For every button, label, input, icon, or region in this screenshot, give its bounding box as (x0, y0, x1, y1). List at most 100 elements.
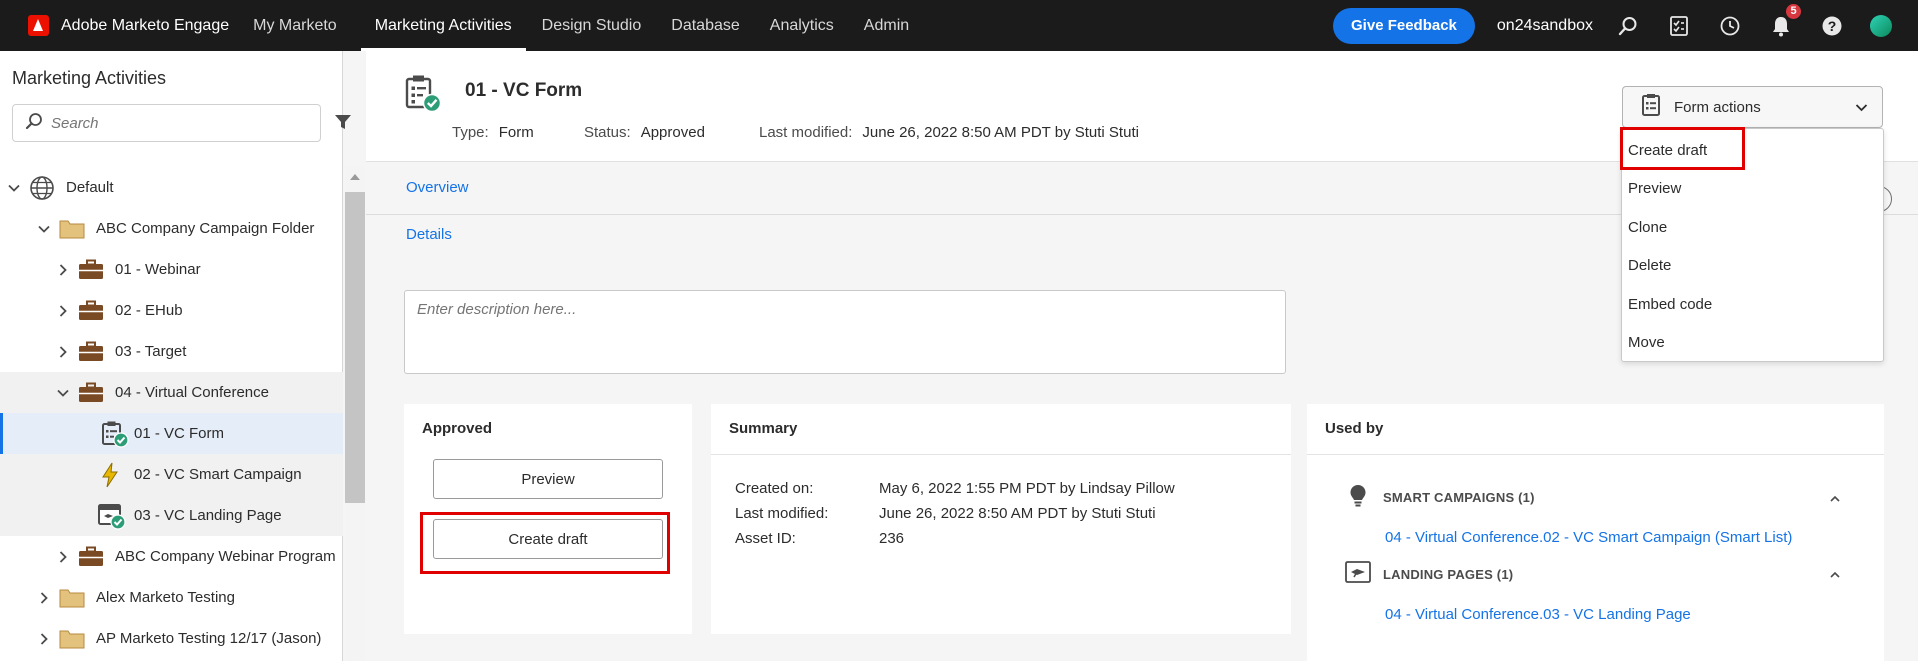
status-value: Approved (640, 124, 705, 141)
search-icon (25, 112, 43, 134)
tasks-icon[interactable] (1666, 13, 1692, 39)
description-input[interactable] (404, 290, 1286, 374)
sidebar-scrollbar[interactable] (345, 166, 365, 661)
type-label: Type: (452, 124, 489, 141)
chevron-right-icon[interactable] (57, 304, 69, 317)
summary-asset-id-label: Asset ID: (735, 530, 796, 547)
tree-item-03-target[interactable]: 03 - Target (0, 331, 343, 372)
tree-item-label: 01 - VC Form (134, 425, 225, 442)
chevron-right-icon[interactable] (38, 632, 50, 645)
search-icon[interactable] (1615, 13, 1641, 39)
tree-item-label: 02 - EHub (115, 302, 183, 319)
divider (711, 454, 1291, 455)
nav-admin[interactable]: Admin (850, 0, 923, 51)
tree-item-label: 03 - Target (115, 343, 187, 360)
divider (1307, 454, 1884, 455)
instance-name[interactable]: on24sandbox (1497, 17, 1593, 35)
approved-card: Approved Preview Create draft (404, 404, 692, 634)
chevron-right-icon[interactable] (57, 550, 69, 563)
preview-button[interactable]: Preview (433, 459, 663, 499)
tree-item-label: ABC Company Campaign Folder (96, 220, 315, 237)
form-actions-button[interactable]: Form actions (1622, 86, 1883, 128)
tree-item-label: ABC Company Webinar Program (115, 548, 336, 565)
program-icon (78, 341, 104, 363)
menu-item-embed-code[interactable]: Embed code (1628, 296, 1712, 313)
nav-design-studio[interactable]: Design Studio (528, 0, 656, 51)
tree-item-alex-marketo-testing[interactable]: Alex Marketo Testing (0, 577, 343, 618)
used-by-card: Used by SMART CAMPAIGNS (1) 04 - Virtual… (1307, 404, 1884, 661)
chevron-up-icon[interactable] (1829, 492, 1841, 504)
tree-item-02-ehub[interactable]: 02 - EHub (0, 290, 343, 331)
form-approved-icon (100, 420, 130, 448)
modified-value: June 26, 2022 8:50 AM PDT by Stuti Stuti (862, 124, 1139, 141)
chevron-down-icon (1855, 101, 1868, 118)
summary-created-value: May 6, 2022 1:55 PM PDT by Lindsay Pillo… (879, 480, 1175, 497)
tab-details[interactable]: Details (406, 226, 452, 243)
menu-item-preview[interactable]: Preview (1628, 180, 1681, 197)
lightbulb-icon (1349, 484, 1367, 512)
asset-type: Type: Form (452, 124, 534, 141)
tree-item-default[interactable]: Default (0, 167, 343, 208)
landing-pages-heading[interactable]: LANDING PAGES (1) (1383, 567, 1513, 582)
tree-item-01-vc-form[interactable]: 01 - VC Form (0, 413, 343, 454)
tree-item-label: 04 - Virtual Conference (115, 384, 269, 401)
top-navigation-bar: Adobe Marketo Engage My Marketo Marketin… (0, 0, 1918, 51)
smart-campaign-icon (100, 462, 120, 488)
tree-item-02-vc-smart-campaign[interactable]: 02 - VC Smart Campaign (0, 454, 343, 495)
tree-item-ap-marketo-testing[interactable]: AP Marketo Testing 12/17 (Jason) (0, 618, 343, 659)
history-icon[interactable] (1717, 13, 1743, 39)
landing-page-approved-icon (97, 502, 127, 530)
tree-item-abc-company-campaign-folder[interactable]: ABC Company Campaign Folder (0, 208, 343, 249)
tree-item-label: Default (66, 179, 114, 196)
globe-icon (29, 175, 55, 201)
search-input[interactable] (51, 114, 301, 132)
sidebar-search[interactable] (12, 104, 321, 142)
sidebar: Marketing Activities Default (0, 51, 351, 661)
filter-icon[interactable] (334, 113, 352, 135)
nav-marketing-activities[interactable]: Marketing Activities (360, 0, 526, 51)
notifications-icon[interactable]: 5 (1768, 2, 1802, 39)
user-avatar[interactable] (1870, 14, 1892, 37)
nav-my-marketo[interactable]: My Marketo (239, 0, 351, 51)
landing-page-link[interactable]: 04 - Virtual Conference.03 - VC Landing … (1385, 606, 1691, 623)
tree-item-label: Alex Marketo Testing (96, 589, 235, 606)
program-icon (78, 546, 104, 568)
summary-modified-value: June 26, 2022 8:50 AM PDT by Stuti Stuti (879, 505, 1156, 522)
page-title: 01 - VC Form (465, 80, 583, 101)
chevron-right-icon[interactable] (38, 591, 50, 604)
sidebar-title: Marketing Activities (12, 68, 167, 88)
program-icon (78, 259, 104, 281)
scroll-up-arrow-icon[interactable] (350, 174, 360, 180)
menu-item-delete[interactable]: Delete (1628, 257, 1671, 274)
chevron-down-icon[interactable] (38, 223, 50, 235)
help-icon[interactable]: ? (1819, 13, 1845, 39)
chevron-right-icon[interactable] (57, 345, 69, 358)
chevron-down-icon[interactable] (8, 182, 20, 194)
summary-created-label: Created on: (735, 480, 814, 497)
tree-item-01-webinar[interactable]: 01 - Webinar (0, 249, 343, 290)
tree-item-abc-company-webinar-program[interactable]: ABC Company Webinar Program (0, 536, 343, 577)
nav-database[interactable]: Database (657, 0, 754, 51)
modified-label: Last modified: (759, 124, 853, 141)
tree-item-04-virtual-conference[interactable]: 04 - Virtual Conference (0, 372, 343, 413)
card-title: Summary (729, 420, 798, 437)
menu-item-move[interactable]: Move (1628, 334, 1665, 351)
menu-item-clone[interactable]: Clone (1628, 219, 1667, 236)
smart-campaigns-heading[interactable]: SMART CAMPAIGNS (1) (1383, 490, 1535, 505)
folder-icon (59, 587, 85, 609)
svg-text:?: ? (1828, 18, 1837, 34)
chevron-down-icon[interactable] (57, 387, 69, 399)
chevron-right-icon[interactable] (57, 263, 69, 276)
smart-campaign-link[interactable]: 04 - Virtual Conference.02 - VC Smart Ca… (1385, 529, 1792, 546)
scrollbar-thumb[interactable] (345, 192, 365, 503)
give-feedback-button[interactable]: Give Feedback (1333, 7, 1475, 44)
card-title: Approved (422, 420, 493, 437)
tree-item-03-vc-landing-page[interactable]: 03 - VC Landing Page (0, 495, 343, 536)
nav-analytics[interactable]: Analytics (756, 0, 848, 51)
type-value: Form (498, 124, 534, 141)
brand[interactable]: Adobe Marketo Engage (0, 0, 229, 51)
tab-overview[interactable]: Overview (406, 179, 469, 196)
form-approved-icon (404, 73, 442, 117)
asset-status: Status: Approved (584, 124, 705, 141)
chevron-up-icon[interactable] (1829, 568, 1841, 580)
